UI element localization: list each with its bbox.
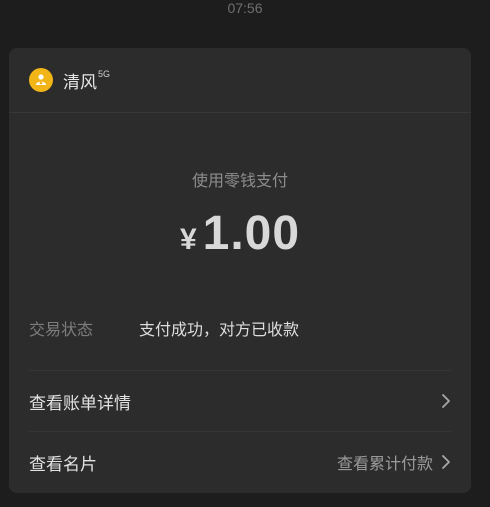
payment-card: 清风 5G 使用零钱支付 ¥ 1.00 交易状态 支付成功，对方已收款 查看账单… xyxy=(9,48,471,493)
currency-symbol: ¥ xyxy=(179,223,197,256)
payment-amount: ¥ 1.00 xyxy=(9,206,471,261)
transaction-status-row: 交易状态 支付成功，对方已收款 xyxy=(29,316,451,340)
view-profile-card-row[interactable]: 查看名片 查看累计付款 xyxy=(29,432,451,492)
message-timestamp: 07:56 xyxy=(227,0,263,16)
payment-method: 使用零钱支付 xyxy=(191,173,288,190)
merchant-tag: 5G xyxy=(98,68,111,79)
view-cumulative-payments-label: 查看累计付款 xyxy=(336,456,433,473)
view-bill-details-label: 查看账单详情 xyxy=(29,393,131,413)
view-profile-card-label: 查看名片 xyxy=(29,454,97,474)
status-value: 支付成功，对方已收款 xyxy=(139,322,300,339)
merchant-name: 清风 5G xyxy=(63,68,110,93)
chevron-right-icon xyxy=(441,454,451,470)
card-header[interactable]: 清风 5G xyxy=(9,48,471,113)
view-bill-details-row[interactable]: 查看账单详情 xyxy=(29,371,451,431)
chevron-right-icon xyxy=(441,393,451,409)
status-label: 交易状态 xyxy=(29,322,94,339)
view-cumulative-payments[interactable]: 查看累计付款 xyxy=(337,450,451,474)
merchant-name-text: 清风 xyxy=(63,72,97,92)
merchant-logo-icon xyxy=(29,68,53,92)
chat-screen: 07:56 清风 5G 使用零钱支付 ¥ 1.00 交易状态 支付成功，对方已收… xyxy=(0,0,490,507)
amount-value: 1.00 xyxy=(202,207,301,260)
